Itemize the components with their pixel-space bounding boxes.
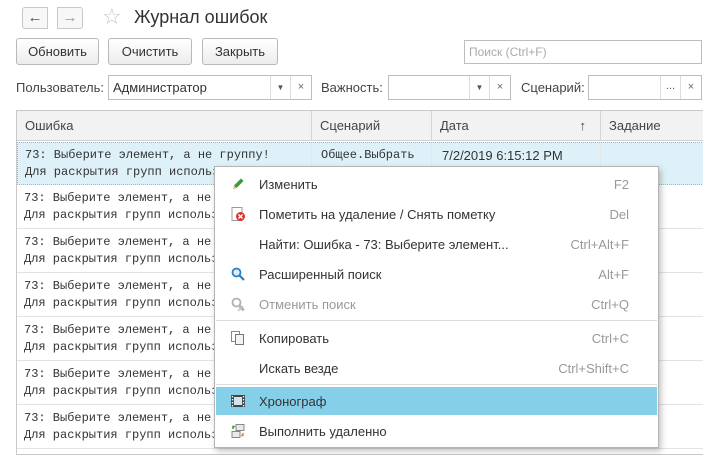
column-header-error[interactable]: Ошибка — [17, 111, 312, 141]
importance-filter-label: Важность: — [321, 80, 383, 95]
column-header-task[interactable]: Задание — [601, 111, 703, 141]
menu-item-shortcut: Del — [609, 207, 629, 222]
menu-separator — [216, 320, 657, 321]
film-icon — [231, 395, 245, 407]
menu-item-cancel-search[interactable]: Отменить поиск Ctrl+Q — [216, 290, 657, 318]
user-filter-field[interactable]: Администратор ▼ × — [108, 75, 312, 100]
scenario-filter-label: Сценарий: — [521, 80, 585, 95]
menu-item-shortcut: F2 — [613, 177, 629, 192]
menu-item-shortcut: Ctrl+Shift+C — [558, 361, 629, 376]
chevron-down-icon[interactable]: ▼ — [469, 76, 489, 99]
menu-item-label: Искать везде — [259, 361, 339, 376]
importance-filter-field[interactable]: ▼ × — [388, 75, 511, 100]
error-text-line1: 73: Выберите элемент, а не группу! — [25, 148, 270, 162]
delete-mark-icon — [231, 207, 245, 221]
back-button[interactable]: ← — [22, 7, 48, 29]
search-input[interactable] — [464, 40, 702, 64]
refresh-button[interactable]: Обновить — [16, 38, 99, 65]
clear-icon[interactable]: × — [290, 76, 311, 99]
sort-ascending-icon: ↑ — [579, 118, 587, 133]
menu-item-edit[interactable]: Изменить F2 — [216, 170, 657, 198]
menu-item-shortcut: Alt+F — [598, 267, 629, 282]
context-menu: Изменить F2 Пометить на удаление / Снять… — [214, 166, 659, 448]
scenario-filter-field[interactable]: ... × — [588, 75, 702, 100]
forward-button[interactable]: → — [57, 7, 83, 29]
column-header-date-label: Дата — [440, 118, 469, 133]
chevron-down-icon[interactable]: ▼ — [270, 76, 290, 99]
remote-run-icon — [231, 424, 245, 438]
menu-item-label: Копировать — [259, 331, 329, 346]
menu-item-label: Найти: Ошибка - 73: Выберите элемент... — [259, 237, 509, 252]
menu-item-shortcut: Ctrl+Alt+F — [570, 237, 629, 252]
copy-icon — [231, 331, 244, 345]
page-title: Журнал ошибок — [134, 7, 268, 27]
menu-item-chronograph[interactable]: Хронограф — [216, 387, 657, 415]
menu-item-shortcut: Ctrl+Q — [591, 297, 629, 312]
menu-item-advanced-search[interactable]: Расширенный поиск Alt+F — [216, 260, 657, 288]
search-icon — [231, 267, 245, 281]
menu-item-label: Отменить поиск — [259, 297, 356, 312]
favorite-star-icon[interactable]: ☆ — [102, 4, 122, 30]
menu-item-copy[interactable]: Копировать Ctrl+C — [216, 324, 657, 352]
clear-button[interactable]: Очистить — [108, 38, 192, 65]
menu-item-find[interactable]: Найти: Ошибка - 73: Выберите элемент... … — [216, 230, 657, 258]
cancel-search-icon — [231, 297, 245, 312]
column-header-date[interactable]: Дата ↑ — [432, 111, 601, 141]
pencil-icon — [233, 178, 244, 189]
user-filter-value: Администратор — [113, 80, 207, 95]
menu-item-search-everywhere[interactable]: Искать везде Ctrl+Shift+C — [216, 354, 657, 382]
menu-item-label: Выполнить удаленно — [259, 424, 387, 439]
clear-icon[interactable]: × — [489, 76, 510, 99]
column-header-scenario[interactable]: Сценарий — [312, 111, 432, 141]
table-header: Ошибка Сценарий Дата ↑ Задание — [17, 111, 703, 141]
clear-icon[interactable]: × — [680, 76, 701, 99]
menu-item-run-remote[interactable]: Выполнить удаленно — [216, 417, 657, 445]
user-filter-label: Пользователь: — [16, 80, 104, 95]
menu-item-label: Пометить на удаление / Снять пометку — [259, 207, 496, 222]
menu-separator — [216, 384, 657, 385]
menu-item-label: Хронограф — [259, 394, 327, 409]
menu-item-shortcut: Ctrl+C — [591, 331, 629, 346]
menu-item-label: Расширенный поиск — [259, 267, 382, 282]
menu-item-mark-delete[interactable]: Пометить на удаление / Снять пометку Del — [216, 200, 657, 228]
select-ellipsis-button[interactable]: ... — [660, 76, 680, 99]
close-button[interactable]: Закрыть — [202, 38, 278, 65]
menu-item-label: Изменить — [259, 177, 318, 192]
